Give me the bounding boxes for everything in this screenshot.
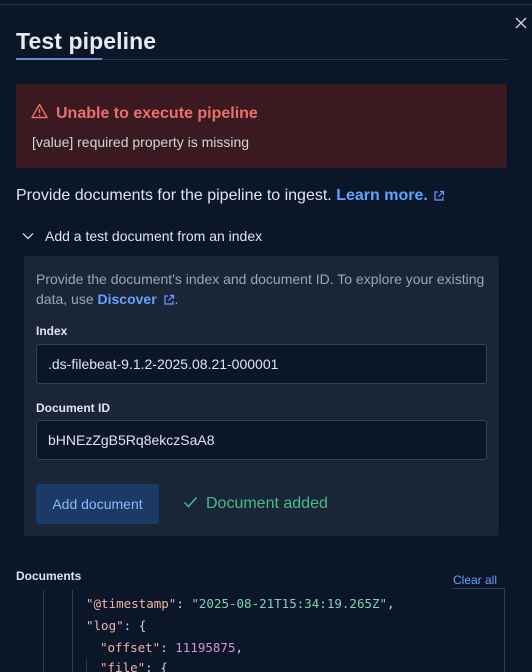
status-text: Document added [206, 495, 328, 512]
documents-label: Documents [16, 569, 82, 583]
index-label: Index [36, 324, 68, 338]
code-line: "log": { [86, 618, 147, 633]
top-divider [0, 4, 532, 5]
code-editor-border [453, 588, 505, 589]
indent-guide [86, 660, 87, 672]
document-id-input[interactable] [36, 420, 487, 460]
add-from-index-accordion[interactable]: Add a test document from an index [22, 227, 262, 245]
close-icon [514, 16, 528, 35]
error-callout: Unable to execute pipeline [value] requi… [16, 84, 507, 168]
add-document-panel: Provide the document's index and documen… [24, 256, 499, 536]
document-id-label: Document ID [36, 401, 111, 415]
flyout-title: Test pipeline [16, 28, 157, 54]
error-title: Unable to execute pipeline [56, 104, 258, 122]
help-suffix: . [174, 291, 179, 307]
panel-help-text: Provide the document's index and documen… [36, 269, 486, 309]
code-line: "offset": 11195875, [100, 640, 244, 655]
document-added-status: Document added [183, 495, 328, 513]
warning-icon [31, 103, 48, 124]
external-link-icon [163, 294, 175, 306]
check-icon [183, 495, 198, 513]
error-message: [value] required property is missing [32, 134, 250, 150]
external-link-icon [433, 190, 445, 202]
code-line: "file": { [100, 660, 168, 672]
intro-text: Provide documents for the pipeline to in… [16, 187, 445, 205]
clear-all-button[interactable]: Clear all [453, 573, 497, 587]
discover-link[interactable]: Discover [98, 291, 157, 307]
indent-guide [72, 590, 73, 672]
learn-more-link[interactable]: Learn more. [336, 187, 428, 205]
title-underline [16, 58, 102, 60]
indent-guide [43, 590, 44, 672]
code-line: "@timestamp": "2025-08-21T15:34:19.265Z"… [86, 596, 395, 611]
chevron-down-icon [22, 227, 34, 245]
add-document-button[interactable]: Add document [36, 484, 159, 524]
code-editor-border [504, 588, 505, 672]
intro-description: Provide documents for the pipeline to in… [16, 187, 332, 204]
accordion-label: Add a test document from an index [45, 228, 263, 244]
close-button[interactable] [510, 14, 532, 36]
index-input[interactable] [36, 344, 487, 384]
